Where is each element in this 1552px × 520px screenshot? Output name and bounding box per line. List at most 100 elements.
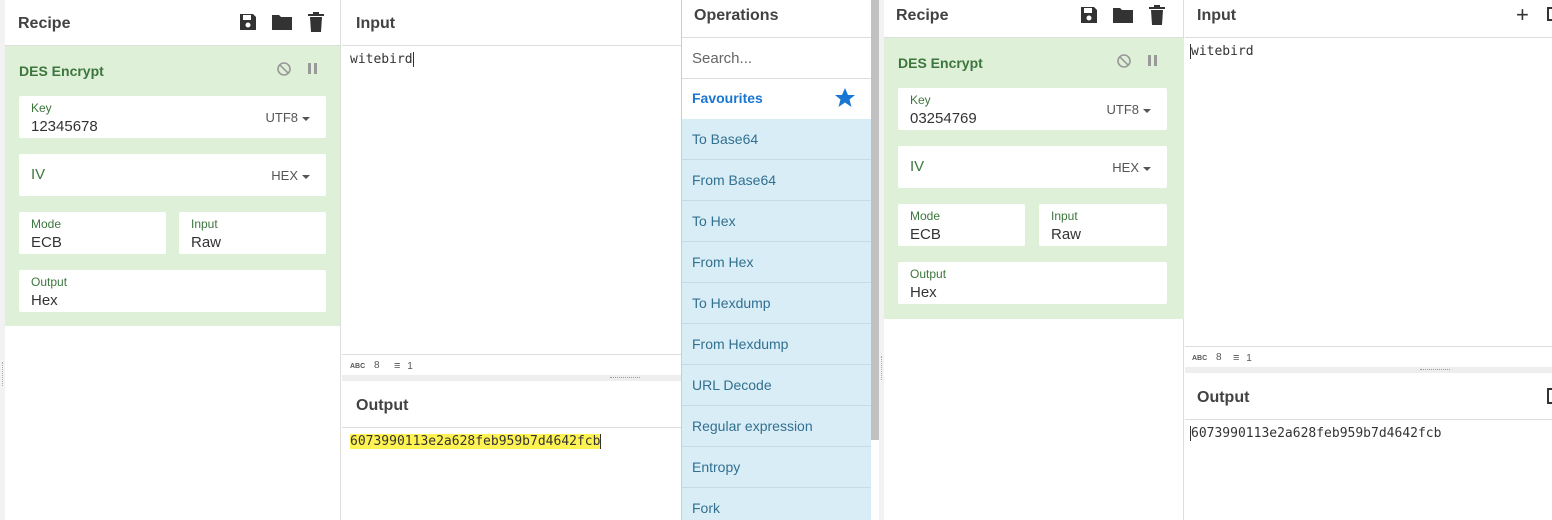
- splitter-grip: [610, 377, 640, 378]
- input-format-label: Input: [191, 217, 218, 231]
- splitter[interactable]: [342, 375, 681, 381]
- input-format-field[interactable]: Input Raw: [179, 212, 326, 254]
- operations-search-input[interactable]: Search...: [692, 50, 752, 67]
- left-recipe-pane: Recipe DES Encrypt Key 12345678 UTF8 IV …: [0, 0, 341, 520]
- mode-label: Mode: [31, 217, 62, 231]
- iv-label: IV: [31, 166, 46, 183]
- operation-item[interactable]: From Hexdump: [682, 324, 871, 365]
- input-format-value: Raw: [1051, 226, 1082, 243]
- output-format-label: Output: [910, 267, 947, 281]
- save-icon[interactable]: [238, 12, 258, 32]
- iv-field[interactable]: IV HEX: [19, 154, 326, 196]
- panel-edge-icon[interactable]: [1547, 388, 1552, 404]
- abc-icon: ABC: [1192, 355, 1208, 362]
- disable-icon[interactable]: [1116, 53, 1132, 69]
- key-field[interactable]: Key 12345678 UTF8: [19, 96, 326, 138]
- input-format-field[interactable]: Input Raw: [1039, 204, 1167, 246]
- divider: [342, 45, 681, 46]
- lines-icon: ≡: [394, 360, 401, 372]
- key-label: Key: [910, 93, 931, 107]
- input-title: Input: [356, 15, 396, 32]
- iv-encoding-dropdown[interactable]: HEX: [1112, 160, 1151, 175]
- lines-icon: ≡: [1233, 352, 1240, 364]
- star-icon: [834, 87, 856, 108]
- output-format-field[interactable]: Output Hex: [19, 270, 326, 312]
- output-title: Output: [356, 397, 409, 414]
- divider: [1185, 37, 1552, 38]
- folder-icon[interactable]: [271, 13, 293, 31]
- iv-label: IV: [910, 158, 925, 175]
- right-recipe-pane: Recipe DES Encrypt Key 03254769 UTF8 IV …: [879, 0, 1184, 520]
- key-label: Key: [31, 101, 52, 115]
- save-icon[interactable]: [1079, 5, 1099, 25]
- disable-icon[interactable]: [276, 61, 292, 77]
- operation-item[interactable]: To Base64: [682, 119, 871, 160]
- mode-value: ECB: [910, 226, 941, 243]
- divider: [342, 427, 681, 428]
- mode-value: ECB: [31, 234, 62, 251]
- pause-icon[interactable]: [307, 62, 319, 76]
- divider: [342, 354, 681, 355]
- input-textarea[interactable]: witebird: [1190, 44, 1254, 59]
- output-text[interactable]: 6073990113e2a628feb959b7d4642fcb: [350, 434, 602, 449]
- output-text[interactable]: 6073990113e2a628feb959b7d4642fcb: [1190, 426, 1441, 441]
- chevron-down-icon: [1143, 166, 1151, 171]
- operation-item[interactable]: Entropy: [682, 447, 871, 488]
- mode-label: Mode: [910, 209, 941, 223]
- panel-edge-icon[interactable]: [1547, 7, 1552, 21]
- mode-field[interactable]: Mode ECB: [19, 212, 166, 254]
- mode-field[interactable]: Mode ECB: [898, 204, 1025, 246]
- operation-item[interactable]: To Hexdump: [682, 283, 871, 324]
- operations-title: Operations: [694, 7, 779, 24]
- operation-title: DES Encrypt: [898, 55, 983, 71]
- output-format-value: Hex: [910, 284, 937, 301]
- output-format-value: Hex: [31, 292, 58, 309]
- iv-encoding-dropdown[interactable]: HEX: [271, 168, 310, 183]
- right-io-pane: Input + witebird ABC 8 ≡ 1 Output 607399…: [1185, 0, 1552, 520]
- des-encrypt-operation[interactable]: DES Encrypt Key 12345678 UTF8 IV HEX Mod…: [5, 46, 340, 326]
- chevron-down-icon: [1143, 108, 1151, 113]
- key-value: 12345678: [31, 118, 98, 135]
- left-io-pane: Input witebird ABC 8 ≡ 1 Output 60739901…: [342, 0, 681, 520]
- input-lines-stat: ≡ 1: [394, 360, 413, 372]
- favourites-category[interactable]: Favourites: [682, 79, 871, 119]
- operation-item[interactable]: Regular expression: [682, 406, 871, 447]
- operation-item[interactable]: To Hex: [682, 201, 871, 242]
- operation-item[interactable]: URL Decode: [682, 365, 871, 406]
- input-title: Input: [1197, 7, 1237, 24]
- divider: [1185, 346, 1552, 347]
- key-value: 03254769: [910, 110, 977, 127]
- chevron-down-icon: [302, 174, 310, 179]
- operation-item[interactable]: From Hex: [682, 242, 871, 283]
- input-length-stat: ABC 8: [350, 360, 380, 371]
- key-encoding-dropdown[interactable]: UTF8: [1107, 102, 1151, 117]
- iv-field[interactable]: IV HEX: [898, 146, 1167, 188]
- input-format-label: Input: [1051, 209, 1078, 223]
- resize-handle[interactable]: [881, 356, 883, 380]
- resize-handle[interactable]: [2, 362, 4, 386]
- operations-panel: Operations Search... Favourites To Base6…: [681, 0, 880, 520]
- folder-icon[interactable]: [1112, 6, 1134, 24]
- output-format-field[interactable]: Output Hex: [898, 262, 1167, 304]
- abc-icon: ABC: [350, 363, 366, 370]
- recipe-title: Recipe: [18, 15, 71, 32]
- pause-icon[interactable]: [1147, 54, 1159, 68]
- des-encrypt-operation[interactable]: DES Encrypt Key 03254769 UTF8 IV HEX Mod…: [884, 38, 1184, 319]
- chevron-down-icon: [302, 116, 310, 121]
- trash-icon[interactable]: [1148, 5, 1166, 25]
- key-encoding-dropdown[interactable]: UTF8: [266, 110, 310, 125]
- output-format-label: Output: [31, 275, 68, 289]
- divider: [1185, 419, 1552, 420]
- input-textarea[interactable]: witebird: [350, 52, 414, 67]
- splitter[interactable]: [1185, 367, 1552, 373]
- add-input-icon[interactable]: +: [1516, 2, 1529, 28]
- operation-item[interactable]: Fork: [682, 488, 871, 520]
- divider: [682, 37, 871, 38]
- recipe-title: Recipe: [896, 7, 949, 24]
- operation-title: DES Encrypt: [19, 63, 104, 79]
- favourites-label: Favourites: [692, 90, 763, 106]
- trash-icon[interactable]: [307, 12, 325, 32]
- operation-item[interactable]: From Base64: [682, 160, 871, 201]
- key-field[interactable]: Key 03254769 UTF8: [898, 88, 1167, 130]
- input-length-stat: ABC 8: [1192, 352, 1222, 363]
